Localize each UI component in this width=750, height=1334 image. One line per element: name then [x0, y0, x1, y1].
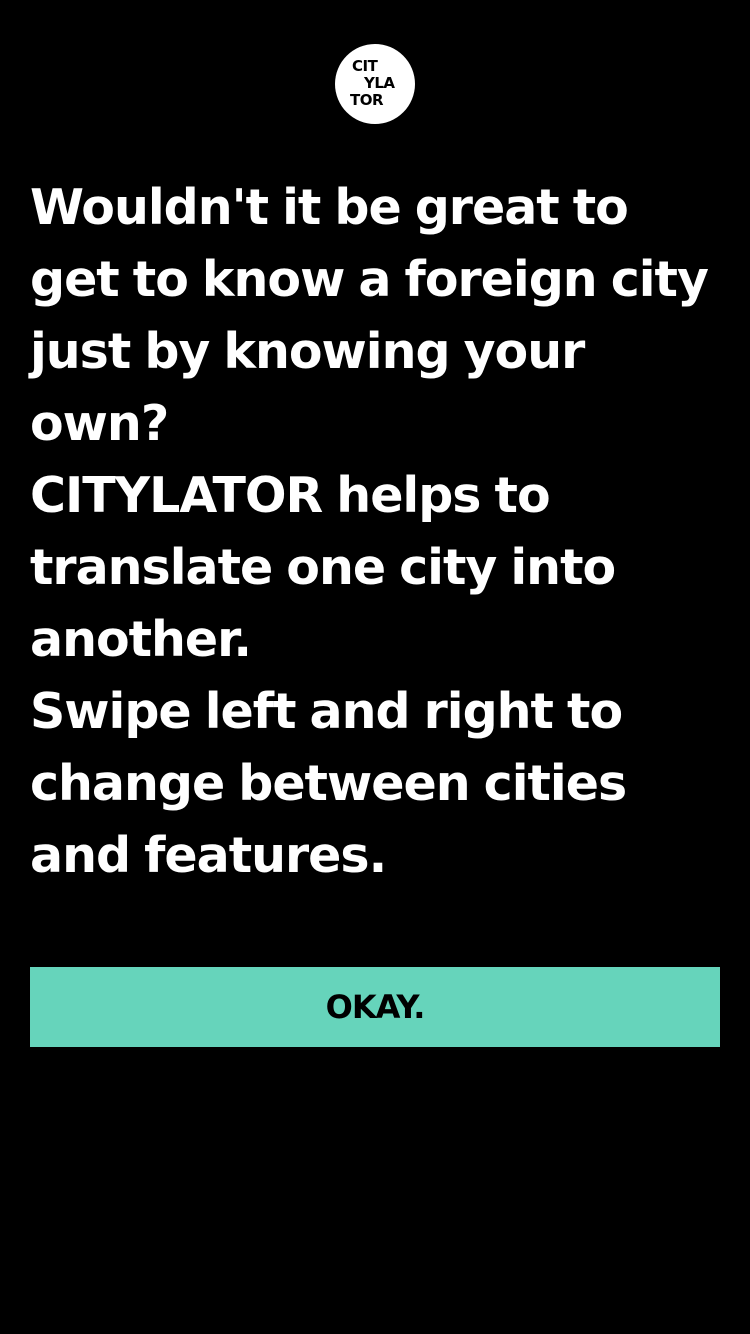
- intro-paragraph-description: CITYLATOR helps to translate one city in…: [30, 467, 616, 668]
- citylator-logo: CIT YLA TOR: [335, 44, 415, 124]
- intro-text: Wouldn't it be great to get to know a fo…: [30, 172, 730, 892]
- intro-paragraph-instructions: Swipe left and right to change between c…: [30, 683, 627, 884]
- logo-text-line-2: YLA: [364, 74, 395, 92]
- intro-paragraph-question: Wouldn't it be great to get to know a fo…: [30, 179, 709, 452]
- logo-text-line-3: TOR: [350, 91, 384, 109]
- okay-button[interactable]: OKAY.: [30, 967, 720, 1047]
- logo-text-line-1: CIT: [352, 57, 378, 75]
